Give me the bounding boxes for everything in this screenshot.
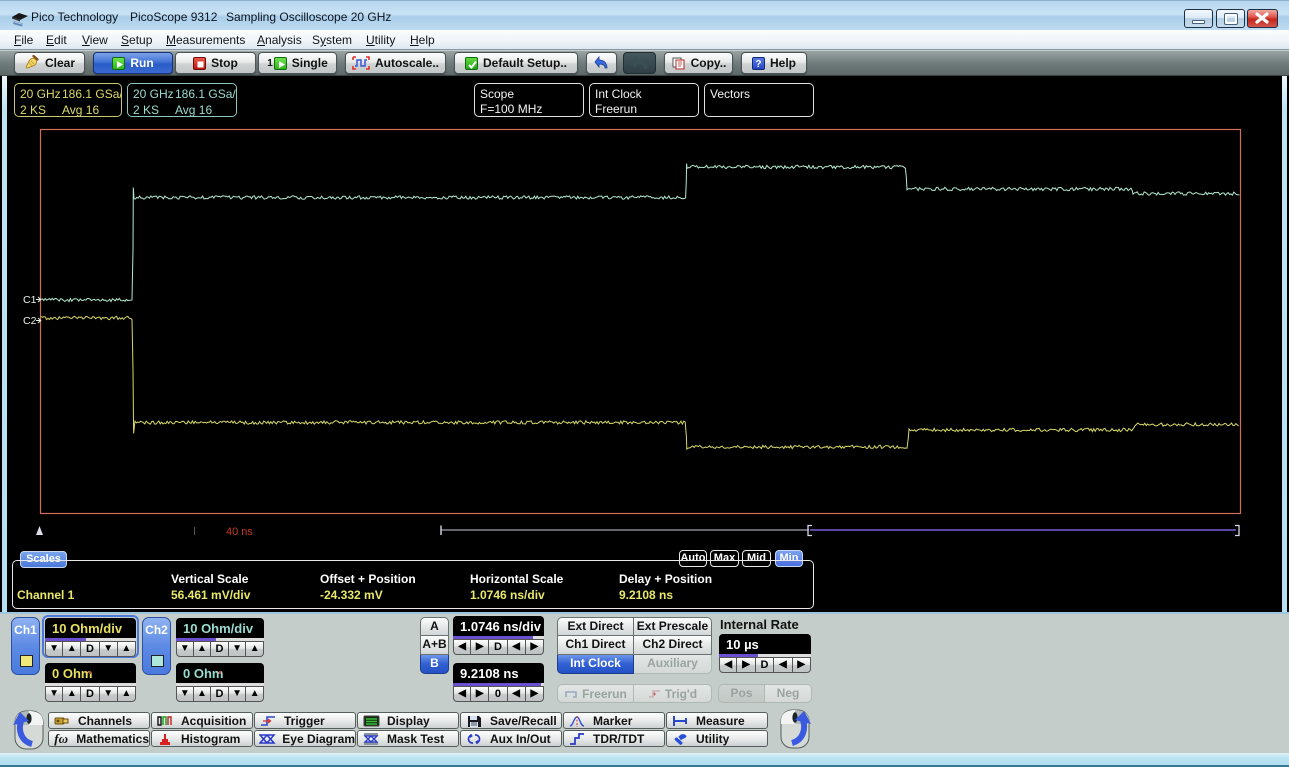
svg-text:C2: C2 — [23, 315, 37, 327]
svg-text:40 ns: 40 ns — [226, 526, 253, 538]
svg-text:C1: C1 — [23, 294, 37, 306]
